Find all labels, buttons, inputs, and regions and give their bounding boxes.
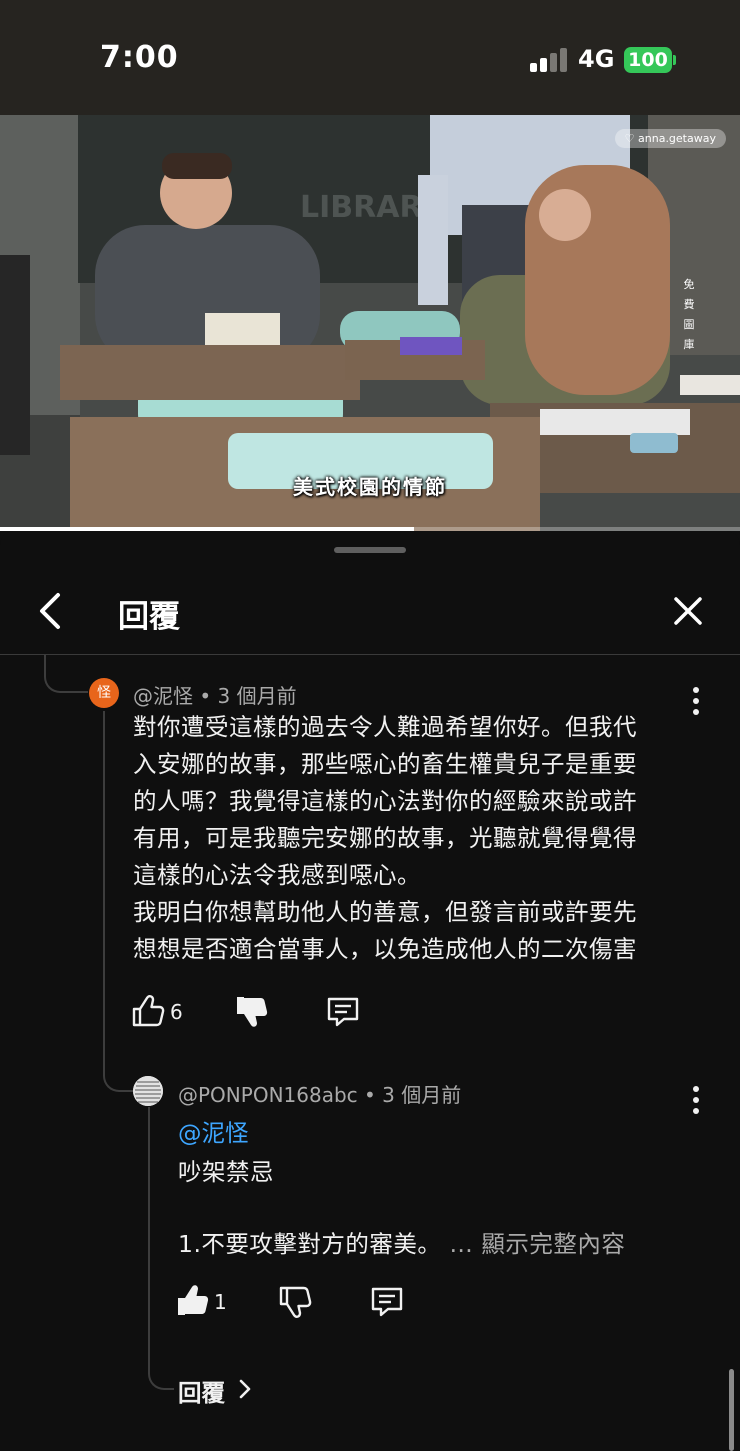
thread-connector [148, 1363, 174, 1390]
thread-connector [103, 1031, 133, 1092]
video-watermark: ♡ anna.getaway [614, 129, 726, 148]
reply-meta: @PONPON168abc • 3 個月前 [178, 1079, 461, 1108]
avatar[interactable] [133, 1076, 163, 1106]
show-more-link[interactable]: … 顯示完整內容 [441, 1230, 625, 1258]
back-icon[interactable] [30, 589, 74, 633]
comment-time: • 3 個月前 [199, 684, 297, 708]
reply-text-line: 吵架禁忌 [178, 1158, 274, 1186]
replies-sheet: 回覆 怪 @泥怪 • 3 個月前 對你遭受這樣的過去令人難過希望你好。但我代 入… [0, 531, 740, 1451]
battery-tip [673, 55, 676, 65]
like-count: 6 [170, 1000, 183, 1024]
chevron-right-icon[interactable] [236, 1377, 254, 1401]
network-type: 4G [578, 45, 615, 73]
more-options-icon[interactable] [684, 1080, 708, 1120]
sheet-drag-handle[interactable] [334, 547, 406, 553]
page-title: 回覆 [118, 599, 180, 635]
reply-icon[interactable] [325, 994, 361, 1030]
like-icon[interactable] [174, 1283, 210, 1319]
reply-icon[interactable] [369, 1284, 405, 1320]
reply-text-line: 1.不要攻擊對方的審美。 … 顯示完整內容 [178, 1230, 626, 1258]
battery-icon: 100 [624, 47, 672, 73]
dislike-icon[interactable] [277, 1284, 313, 1320]
video-frame: LIBRARY [0, 115, 740, 531]
signal-strength-icon [530, 48, 568, 72]
close-icon[interactable] [664, 587, 712, 635]
reply-time: • 3 個月前 [364, 1083, 462, 1107]
comment-text: 對你遭受這樣的過去令人難過希望你好。但我代 入安娜的故事，那些噁心的畜生權貴兒子… [133, 713, 637, 963]
like-icon[interactable] [130, 993, 166, 1029]
comment-meta: @泥怪 • 3 個月前 [133, 680, 297, 709]
like-count: 1 [214, 1290, 227, 1314]
view-replies-link[interactable]: 回覆 [178, 1374, 225, 1408]
replies-header: 回覆 [0, 571, 740, 655]
video-side-text: 免 費 圖 庫 [683, 278, 695, 351]
reply-mention[interactable]: @泥怪 [178, 1114, 249, 1148]
reply-author[interactable]: @PONPON168abc [178, 1083, 358, 1107]
status-bar: 7:00 4G 100 [0, 0, 740, 115]
video-player[interactable]: LIBRARY ♡ anna.getaway 免 費 圖 庫 美式校園的情節 [0, 115, 740, 531]
dislike-icon[interactable] [233, 993, 269, 1029]
avatar[interactable]: 怪 [89, 678, 119, 708]
scrollbar[interactable] [729, 1369, 734, 1451]
thread-line [103, 711, 105, 1035]
thread-line [148, 1107, 150, 1367]
comment-author[interactable]: @泥怪 [133, 684, 193, 708]
thread-connector [44, 655, 88, 693]
video-subtitle: 美式校園的情節 [293, 475, 447, 499]
status-time: 7:00 [100, 40, 179, 75]
